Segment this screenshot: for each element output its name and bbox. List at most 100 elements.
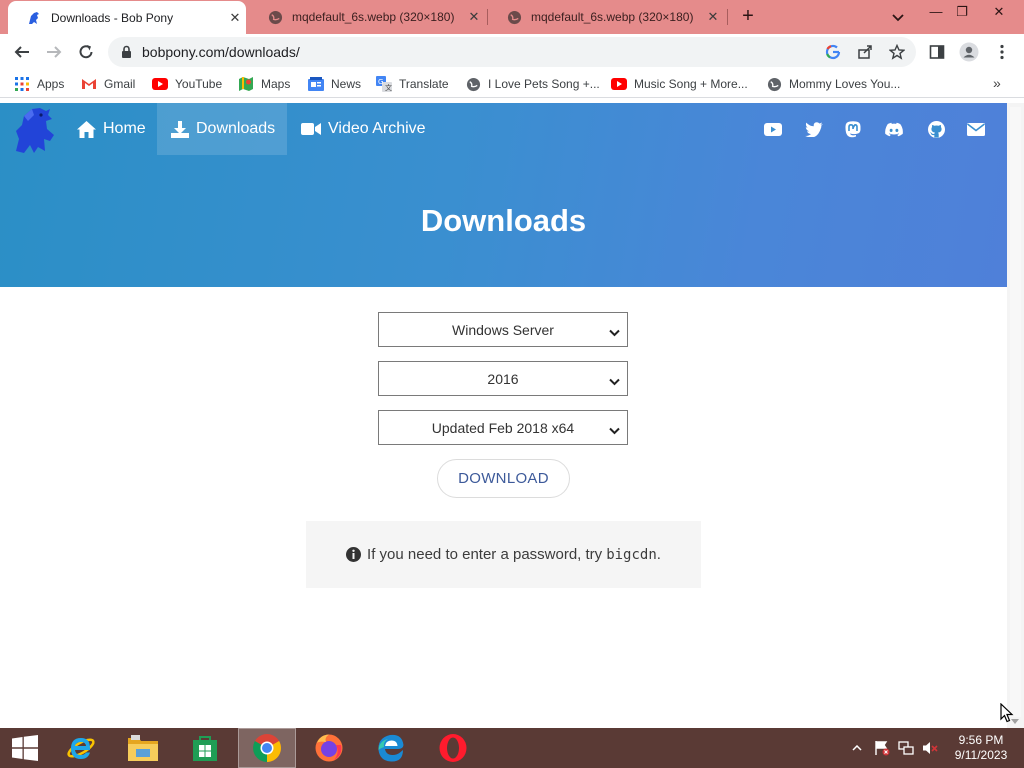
nav-video-archive-link[interactable]: Video Archive [287, 103, 440, 155]
chevron-down-icon [609, 373, 620, 389]
taskbar-internet-explorer[interactable] [52, 728, 110, 768]
url-text[interactable]: bobpony.com/downloads/ [142, 44, 300, 60]
taskbar-chrome[interactable] [238, 728, 296, 768]
download-icon [171, 120, 189, 138]
scrollbar-thumb[interactable] [1010, 107, 1021, 717]
bookmarks-bar: Apps Gmail YouTube Maps News G文 Translat… [0, 70, 1024, 98]
notice-password: bigcdn [606, 546, 657, 563]
forward-button[interactable] [42, 40, 66, 64]
notice-text: If you need to enter a password, try [367, 546, 603, 563]
taskbar-clock[interactable]: 9:56 PM 9/11/2023 [944, 733, 1018, 763]
taskbar-store[interactable] [176, 728, 234, 768]
nav-label: Video Archive [328, 120, 426, 137]
tab-search-chevron-icon[interactable] [889, 8, 907, 26]
build-select[interactable]: Updated Feb 2018 x64 [378, 410, 628, 445]
reload-icon [79, 45, 93, 59]
new-tab-button[interactable]: + [737, 5, 759, 27]
svg-text:G: G [378, 78, 383, 86]
nav-label: Downloads [196, 120, 276, 137]
show-hidden-icons-chevron-icon[interactable] [849, 740, 865, 756]
tab-separator [727, 9, 728, 25]
tab-close-icon[interactable]: ✕ [702, 9, 724, 25]
tab-downloads-bob-pony[interactable]: Downloads - Bob Pony ✕ [8, 1, 246, 34]
volume-muted-icon[interactable] [922, 740, 938, 756]
back-arrow-icon [14, 46, 29, 58]
bookmark-mommy-loves-you[interactable]: Mommy Loves You... [766, 75, 900, 93]
restore-button[interactable]: ❐ [946, 0, 978, 28]
password-notice: If you need to enter a password, try big… [306, 521, 701, 588]
chevron-down-icon [609, 324, 620, 340]
bookmark-label: Maps [261, 77, 291, 91]
edge-icon [378, 734, 404, 762]
bobpony-logo-icon[interactable] [10, 105, 62, 157]
bookmark-label: Gmail [104, 77, 136, 91]
mastodon-icon[interactable] [844, 120, 862, 138]
tab-close-icon[interactable]: ✕ [224, 10, 246, 26]
tab-mqdefault-2[interactable]: mqdefault_6s.webp (320×180) ✕ [488, 0, 724, 34]
nav-downloads-link[interactable]: Downloads [157, 103, 287, 155]
bookmarks-overflow-button[interactable]: » [993, 75, 1001, 91]
bookmark-label: News [331, 77, 362, 91]
action-center-flag-icon[interactable] [874, 740, 890, 756]
chrome-menu-icon[interactable] [992, 42, 1012, 62]
reload-button[interactable] [74, 40, 98, 64]
taskbar-firefox[interactable] [300, 728, 358, 768]
lock-icon[interactable] [121, 45, 132, 64]
globe-icon [506, 9, 522, 25]
github-icon[interactable] [927, 120, 945, 138]
youtube-icon[interactable] [764, 120, 782, 138]
notice-period: . [656, 546, 661, 563]
start-button[interactable] [0, 728, 50, 768]
bookmark-maps[interactable]: Maps [238, 75, 290, 93]
back-button[interactable] [10, 40, 34, 64]
page-title: Downloads [420, 203, 587, 238]
address-bar[interactable]: bobpony.com/downloads/ [108, 37, 916, 67]
tab-strip: Downloads - Bob Pony ✕ mqdefault_6s.webp… [0, 0, 1024, 34]
bookmark-label: Music Song + More... [634, 77, 748, 91]
clock-time: 9:56 PM [958, 733, 1004, 747]
page-scrollbar[interactable] [1007, 103, 1024, 728]
tab-mqdefault-1[interactable]: mqdefault_6s.webp (320×180) ✕ [249, 0, 485, 34]
bookmark-apps[interactable]: Apps [14, 75, 64, 93]
bookmark-translate[interactable]: G文 Translate [376, 75, 449, 93]
version-select[interactable]: 2016 [378, 361, 628, 396]
bookmark-i-love-pets-song[interactable]: I Love Pets Song +... [465, 75, 600, 93]
tab-title: mqdefault_6s.webp (320×180) [292, 10, 455, 24]
youtube-icon [152, 76, 168, 92]
download-button[interactable]: DOWNLOAD [437, 459, 570, 498]
twitter-icon[interactable] [805, 120, 823, 138]
gmail-icon [81, 76, 97, 92]
network-icon[interactable] [898, 740, 914, 756]
bookmark-music-song[interactable]: Music Song + More... [611, 75, 748, 93]
discord-icon[interactable] [885, 120, 903, 138]
clock-date: 9/11/2023 [954, 748, 1008, 762]
mail-icon[interactable] [967, 120, 985, 138]
bookmark-star-icon[interactable] [888, 43, 906, 61]
close-window-button[interactable]: ✕ [983, 0, 1015, 28]
nav-home-link[interactable]: Home [62, 103, 160, 155]
google-lens-icon[interactable] [824, 43, 842, 61]
store-icon [193, 736, 217, 761]
site-navbar: Home Downloads Video Archive [0, 103, 1007, 155]
tab-close-icon[interactable]: ✕ [463, 9, 485, 25]
share-icon[interactable] [856, 43, 874, 61]
bookmark-youtube[interactable]: YouTube [152, 75, 222, 93]
news-icon [308, 76, 324, 92]
taskbar-edge[interactable] [362, 728, 420, 768]
taskbar-file-explorer[interactable] [114, 728, 172, 768]
bookmark-gmail[interactable]: Gmail [81, 75, 135, 93]
os-select[interactable]: Windows Server [378, 312, 628, 347]
chevron-down-icon [609, 422, 620, 438]
bookmark-label: YouTube [175, 77, 223, 91]
bookmark-label: Mommy Loves You... [789, 77, 901, 91]
side-panel-icon[interactable] [927, 42, 947, 62]
version-select-value: 2016 [487, 370, 519, 387]
bobpony-favicon-icon [26, 10, 42, 26]
profile-avatar-icon[interactable] [959, 42, 979, 62]
bookmark-news[interactable]: News [308, 75, 361, 93]
start-icon [12, 735, 38, 761]
chrome-icon [253, 734, 281, 762]
maps-icon [238, 76, 254, 92]
taskbar-opera[interactable] [424, 728, 482, 768]
tab-title: Downloads - Bob Pony [51, 10, 174, 25]
